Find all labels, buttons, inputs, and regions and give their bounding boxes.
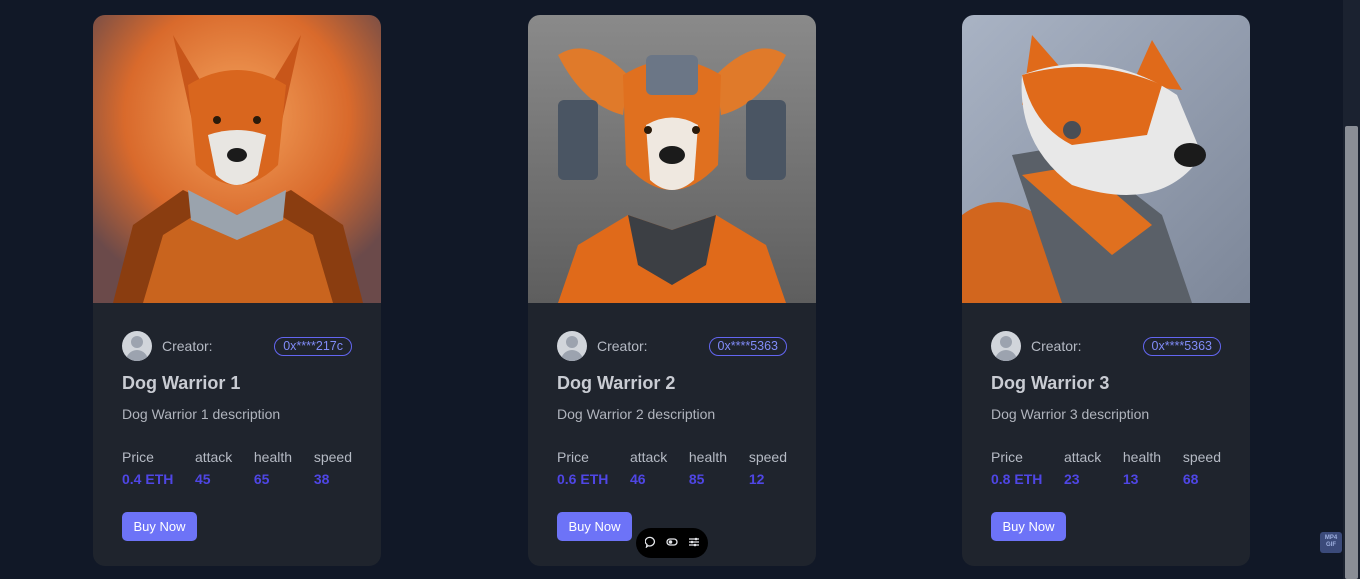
floating-toolbar (636, 528, 708, 558)
stat-attack: attack 45 (195, 449, 254, 487)
mp4-gif-badge-line1: MP4 (1324, 535, 1338, 541)
stats-row: Price 0.4 ETH attack 45 health 65 speed … (122, 449, 352, 487)
stat-health-label: health (688, 449, 728, 465)
stat-speed: speed 68 (1183, 449, 1221, 487)
stat-speed-value: 12 (748, 471, 765, 487)
stat-speed-value: 38 (313, 471, 330, 487)
stat-health-label: health (253, 449, 293, 465)
creator-label: Creator: (597, 338, 648, 354)
creator-avatar (557, 331, 587, 361)
stat-attack-value: 45 (194, 471, 211, 487)
dog-warrior-image[interactable] (962, 15, 1250, 303)
stat-price: Price 0.4 ETH (122, 449, 195, 487)
card-title: Dog Warrior 1 (122, 373, 241, 393)
stat-price-value: 0.4 ETH (122, 471, 174, 487)
stat-health-value: 85 (688, 471, 705, 487)
creator-label: Creator: (1031, 338, 1082, 354)
stat-health-label: health (1122, 449, 1162, 465)
buy-now-button[interactable]: Buy Now (557, 512, 632, 541)
card-description: Dog Warrior 3 description (991, 406, 1150, 422)
toggle-icon[interactable] (665, 536, 679, 551)
buy-now-button[interactable]: Buy Now (991, 512, 1066, 541)
buy-now-button[interactable]: Buy Now (122, 512, 197, 541)
stat-price-value: 0.8 ETH (991, 471, 1043, 487)
creator-address-badge[interactable]: 0x****5363 (1142, 336, 1221, 356)
sliders-icon[interactable] (687, 536, 701, 551)
chat-icon[interactable] (644, 536, 658, 551)
creator-avatar (991, 331, 1021, 361)
stat-health: health 85 (689, 449, 749, 487)
stat-attack-value: 46 (629, 471, 646, 487)
nft-card-2: Creator: 0x****5363 Dog Warrior 2 Dog Wa… (528, 15, 816, 566)
stat-price: Price 0.6 ETH (557, 449, 630, 487)
stat-health-value: 13 (1122, 471, 1139, 487)
stats-row: Price 0.6 ETH attack 46 health 85 speed … (557, 449, 787, 487)
dog-warrior-image[interactable] (528, 15, 816, 303)
stat-speed-label: speed (313, 449, 352, 465)
stat-speed: speed 38 (314, 449, 352, 487)
creator-avatar (122, 331, 152, 361)
creator-label: Creator: (162, 338, 213, 354)
stat-attack-label: attack (629, 449, 668, 465)
scrollbar-thumb[interactable] (1345, 126, 1358, 579)
stat-attack-value: 23 (1063, 471, 1080, 487)
dog-warrior-image[interactable] (93, 15, 381, 303)
stats-row: Price 0.8 ETH attack 23 health 13 speed … (991, 449, 1221, 487)
card-title: Dog Warrior 3 (991, 373, 1110, 393)
stat-speed-label: speed (748, 449, 787, 465)
stat-price-value: 0.6 ETH (557, 471, 609, 487)
stat-price: Price 0.8 ETH (991, 449, 1064, 487)
stat-attack-label: attack (1063, 449, 1102, 465)
card-description: Dog Warrior 1 description (122, 406, 281, 422)
stat-health-value: 65 (253, 471, 270, 487)
stat-health: health 65 (254, 449, 314, 487)
stat-attack: attack 46 (630, 449, 689, 487)
stat-price-label: Price (557, 449, 589, 465)
card-title: Dog Warrior 2 (557, 373, 676, 393)
stat-speed: speed 12 (749, 449, 787, 487)
mp4-gif-badge-line2: GIF (1326, 542, 1336, 548)
mp4-gif-badge[interactable]: MP4 GIF (1320, 532, 1342, 553)
nft-card-1: Creator: 0x****217c Dog Warrior 1 Dog Wa… (93, 15, 381, 566)
stat-price-label: Price (991, 449, 1023, 465)
creator-address-badge[interactable]: 0x****5363 (708, 336, 787, 356)
stat-speed-value: 68 (1182, 471, 1199, 487)
stat-attack-label: attack (194, 449, 233, 465)
stat-health: health 13 (1123, 449, 1183, 487)
stat-price-label: Price (122, 449, 154, 465)
nft-card-3: Creator: 0x****5363 Dog Warrior 3 Dog Wa… (962, 15, 1250, 566)
stat-speed-label: speed (1182, 449, 1221, 465)
card-description: Dog Warrior 2 description (557, 406, 716, 422)
creator-address-badge[interactable]: 0x****217c (274, 336, 352, 356)
stat-attack: attack 23 (1064, 449, 1123, 487)
